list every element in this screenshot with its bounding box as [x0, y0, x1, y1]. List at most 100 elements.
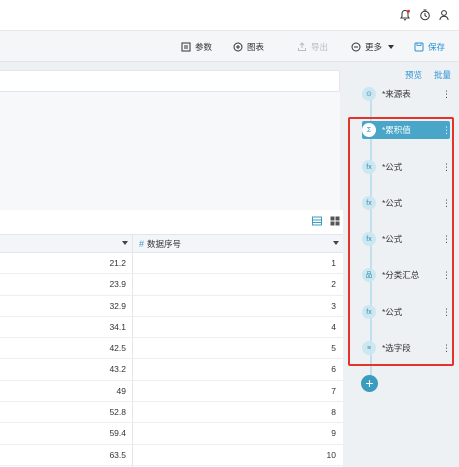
- index-cell: 3: [331, 300, 336, 311]
- pipeline-step-select-fields[interactable]: ≡ *选字段 ⋮: [362, 339, 451, 357]
- pipeline-step-formula[interactable]: fx *公式 ⋮: [362, 303, 451, 321]
- group-summary-icon: 品: [362, 268, 376, 282]
- data-table-panel: # 数据序号 21.2 1 23.9 2 32.9 3 34.1 4 42.5 5 43.…: [0, 210, 343, 467]
- table-row: 63.5 10: [0, 445, 343, 466]
- select-fields-icon: ≡: [362, 341, 376, 355]
- table-row: 23.9 2: [0, 274, 343, 296]
- index-cell: 8: [331, 407, 336, 418]
- formula-icon: fx: [362, 160, 376, 174]
- value-cell: 34.1: [109, 321, 126, 332]
- save-button[interactable]: 保存: [414, 39, 445, 54]
- step-menu-icon[interactable]: ⋮: [442, 343, 451, 353]
- value-cell: 63.5: [109, 449, 126, 460]
- step-menu-icon[interactable]: ⋮: [442, 89, 451, 99]
- user-icon[interactable]: [438, 9, 450, 21]
- step-label: *累积值: [382, 125, 411, 135]
- clock-icon[interactable]: [419, 9, 431, 21]
- index-cell: 6: [331, 364, 336, 375]
- notification-icon[interactable]: [399, 9, 411, 21]
- table-row: 21.2 1: [0, 253, 343, 275]
- pipeline-step-cumulative[interactable]: Σ *累积值 ⋮: [362, 121, 451, 139]
- value-cell: 32.9: [109, 300, 126, 311]
- pipeline-step-source[interactable]: ⊙ *来源表 ⋮: [362, 85, 451, 103]
- column-dropdown-icon[interactable]: [122, 241, 128, 245]
- save-label: 保存: [428, 41, 446, 52]
- add-chart-icon: [233, 42, 243, 51]
- pipeline-step-formula[interactable]: fx *公式 ⋮: [362, 158, 451, 176]
- view-switcher: [312, 216, 340, 226]
- table-row: 52.8 8: [0, 402, 343, 424]
- formula-icon: fx: [362, 196, 376, 210]
- value-cell: 43.2: [109, 364, 126, 375]
- caret-down-icon: [388, 44, 395, 49]
- number-type-icon: #: [139, 238, 145, 249]
- preview-link[interactable]: 预览: [405, 69, 422, 81]
- index-cell: 4: [331, 321, 336, 332]
- top-bar: [0, 0, 459, 31]
- more-label: 更多: [365, 41, 383, 52]
- value-cell: 49: [116, 385, 126, 396]
- more-button[interactable]: 更多: [351, 39, 395, 54]
- pipeline-step-formula[interactable]: fx *公式 ⋮: [362, 194, 451, 212]
- table-view-icon[interactable]: [312, 216, 322, 226]
- preview-area: [0, 92, 340, 210]
- export-button[interactable]: 导出: [297, 39, 328, 54]
- more-circle-icon: [351, 42, 361, 51]
- formula-icon: fx: [362, 305, 376, 319]
- step-label: *公式: [382, 234, 403, 244]
- step-menu-icon[interactable]: ⋮: [442, 125, 451, 135]
- column-dropdown-icon[interactable]: [333, 241, 339, 245]
- table-row: 42.5 5: [0, 338, 343, 360]
- batch-link[interactable]: 批量: [434, 69, 451, 81]
- step-label: *公式: [382, 307, 403, 317]
- save-icon: [414, 42, 424, 51]
- chart-label: 图表: [247, 41, 265, 52]
- table-row: 59.4 9: [0, 423, 343, 445]
- step-label: *公式: [382, 162, 403, 172]
- grid-view-icon[interactable]: [330, 216, 340, 226]
- params-label: 参数: [195, 41, 213, 52]
- column-header-index[interactable]: # 数据序号: [133, 235, 343, 252]
- table-row: 32.9 3: [0, 296, 343, 317]
- value-cell: 59.4: [109, 428, 126, 439]
- index-cell: 9: [331, 428, 336, 439]
- sidebar-links: 预览 批量: [405, 69, 451, 81]
- column-header-value[interactable]: [0, 235, 132, 252]
- table-row: 34.1 4: [0, 317, 343, 339]
- index-cell: 1: [331, 258, 336, 268]
- pipeline-sidebar: 预览 批量 ⊙ *来源表 ⋮ Σ *累积值 ⋮ fx *公式 ⋮ fx *公式 …: [348, 62, 459, 467]
- table-row: 49 7: [0, 381, 343, 403]
- table-header: # 数据序号: [0, 234, 343, 253]
- step-menu-icon[interactable]: ⋮: [442, 270, 451, 280]
- chart-button[interactable]: 图表: [233, 39, 264, 54]
- cumulative-icon: Σ: [362, 123, 376, 137]
- value-cell: 52.8: [109, 407, 126, 418]
- step-menu-icon[interactable]: ⋮: [442, 234, 451, 244]
- step-menu-icon[interactable]: ⋮: [442, 198, 451, 208]
- step-menu-icon[interactable]: ⋮: [442, 307, 451, 317]
- index-cell: 10: [326, 449, 336, 460]
- pipeline-step-formula[interactable]: fx *公式 ⋮: [362, 230, 451, 248]
- config-panel: [0, 70, 340, 92]
- step-label: *选字段: [382, 343, 411, 353]
- index-cell: 2: [331, 279, 336, 290]
- params-button[interactable]: 参数: [181, 39, 212, 54]
- formula-icon: fx: [362, 232, 376, 246]
- pipeline-step-group-summary[interactable]: 品 *分类汇总 ⋮: [362, 266, 451, 284]
- step-label: *分类汇总: [382, 270, 420, 280]
- table-row: 43.2 6: [0, 359, 343, 381]
- params-icon: [181, 42, 191, 51]
- column-header-label: 数据序号: [147, 238, 182, 249]
- table-body: 21.2 1 23.9 2 32.9 3 34.1 4 42.5 5 43.2 6 49 7 …: [0, 253, 343, 466]
- value-cell: 21.2: [109, 258, 126, 268]
- add-step-button[interactable]: +: [361, 375, 378, 392]
- main-area: # 数据序号 21.2 1 23.9 2 32.9 3 34.1 4 42.5 5 43.…: [0, 62, 348, 467]
- index-cell: 7: [331, 385, 336, 396]
- toolbar: 参数 图表 导出 更多 保存: [0, 31, 459, 62]
- step-label: *公式: [382, 198, 403, 208]
- export-label: 导出: [311, 41, 329, 52]
- index-cell: 5: [331, 343, 336, 354]
- step-menu-icon[interactable]: ⋮: [442, 162, 451, 172]
- source-icon: ⊙: [362, 87, 376, 101]
- export-icon: [298, 41, 306, 51]
